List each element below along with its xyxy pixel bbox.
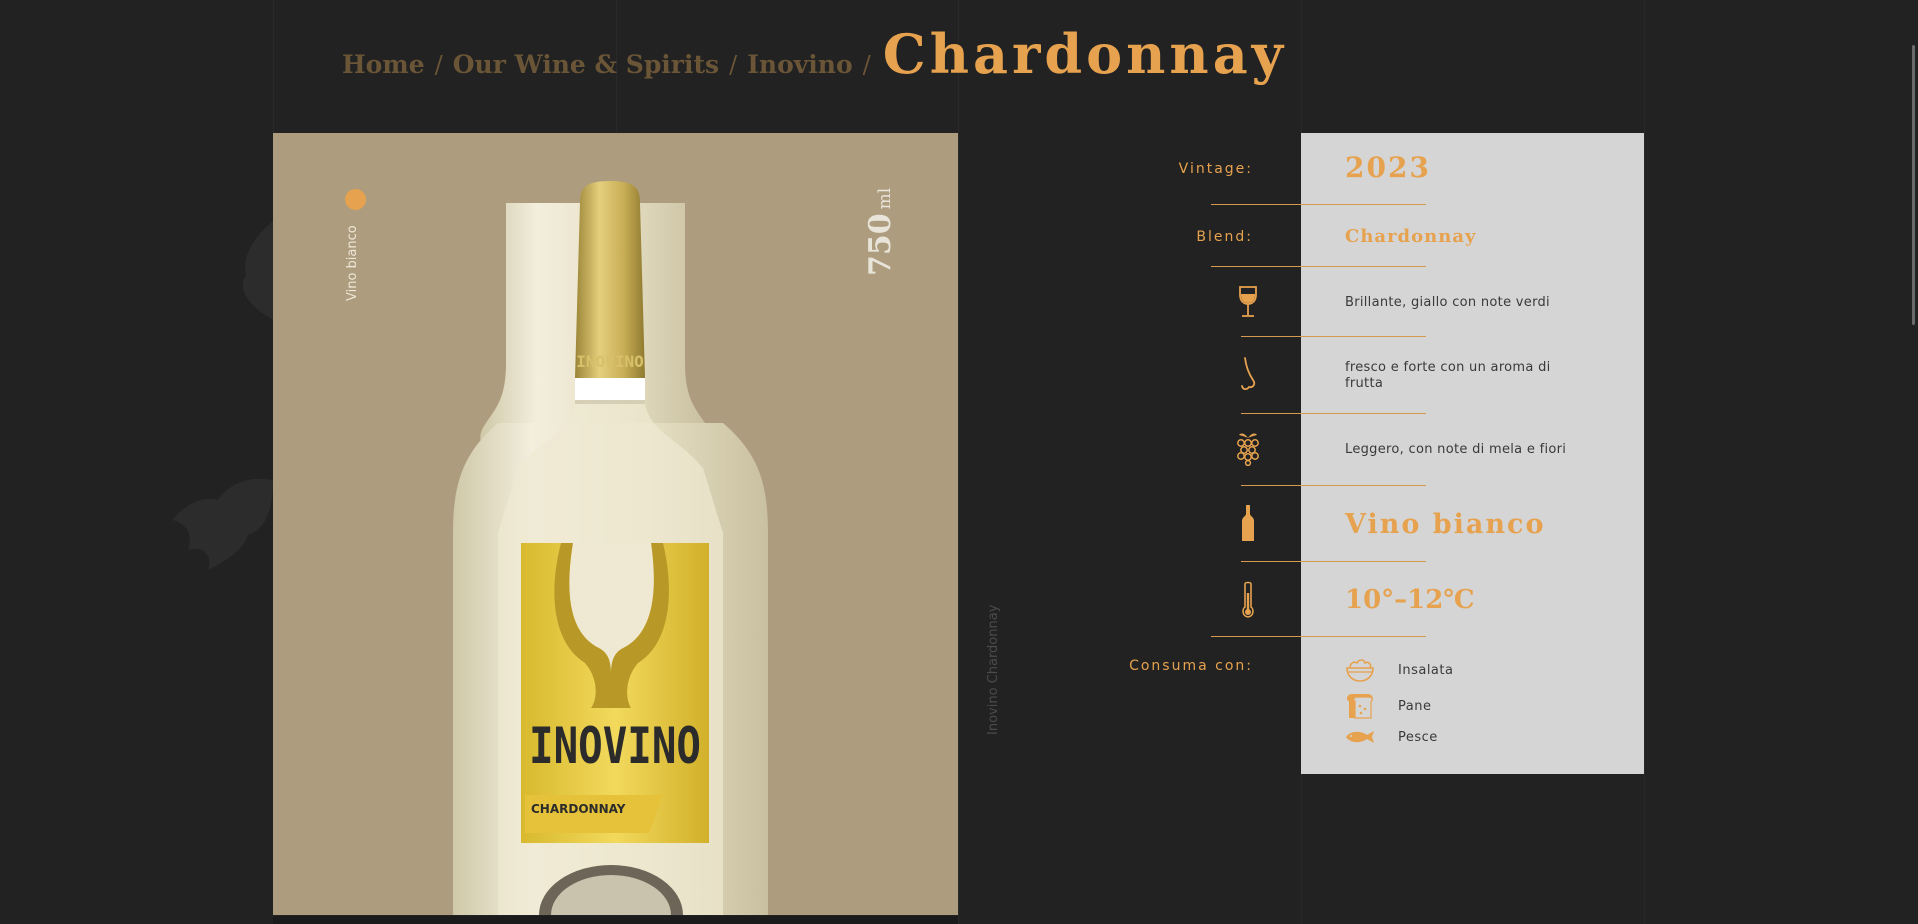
breadcrumb-separator: / <box>729 51 738 79</box>
breadcrumb: Home / Our Wine & Spirits / Inovino / Ch… <box>342 22 1287 92</box>
grape-leaf-decoration <box>242 220 274 320</box>
fish-icon <box>1344 723 1376 751</box>
divider <box>1241 413 1426 414</box>
bottle-variety-text: CHARDONNAY <box>531 802 626 816</box>
neck-brand-text: INOVINO <box>576 352 643 371</box>
pairing-item-bread: Pane <box>1344 691 1431 721</box>
bread-icon <box>1344 692 1376 720</box>
wine-type-value: Vino bianco <box>1345 509 1546 540</box>
pairing-label: Consuma con: <box>1129 658 1253 674</box>
pairing-item-salad: Insalata <box>1344 655 1453 685</box>
salad-bowl-icon <box>1344 656 1376 684</box>
blend-label: Blend: <box>1196 229 1253 245</box>
taste-text: Leggero, con note di mela e fiori <box>1345 442 1567 457</box>
aroma-text: fresco e forte con un aroma di frutta <box>1345 360 1551 391</box>
breadcrumb-separator: / <box>862 51 871 79</box>
vintage-value: 2023 <box>1345 151 1431 184</box>
panel-bottom-edge <box>273 916 958 924</box>
grape-leaf-decoration <box>173 478 273 570</box>
breadcrumb-wine-spirits-link[interactable]: Our Wine & Spirits <box>453 50 719 79</box>
grapes-icon <box>1230 430 1266 466</box>
page-scrollbar[interactable] <box>1912 45 1915 325</box>
grid-line <box>1644 0 1645 924</box>
wine-glass-icon <box>1230 284 1266 320</box>
product-side-caption: Inovino Chardonnay <box>986 604 1001 735</box>
wine-bottle-image: INOVINO INOVINO CHARDONNAY <box>453 181 768 915</box>
temperature-value: 10°–12℃ <box>1345 585 1475 615</box>
vintage-label: Vintage: <box>1178 161 1253 177</box>
divider <box>1211 204 1426 205</box>
pairing-label-bread: Pane <box>1398 698 1432 714</box>
thermometer-icon <box>1230 581 1266 618</box>
pairing-item-fish: Pesce <box>1344 722 1437 752</box>
bottle-brand-text: INOVINO <box>529 717 701 775</box>
divider <box>1241 336 1426 337</box>
breadcrumb-inovino-link[interactable]: Inovino <box>747 50 852 79</box>
breadcrumb-separator: / <box>434 51 443 79</box>
divider <box>1211 266 1426 267</box>
divider <box>1241 485 1426 486</box>
nose-icon <box>1230 357 1266 393</box>
grid-line <box>958 0 959 924</box>
product-image-panel: Vino bianco 750ml INOVINO INOVINO CHARDO… <box>273 133 958 915</box>
bottle-icon <box>1230 505 1266 541</box>
blend-value: Chardonnay <box>1345 226 1477 247</box>
page-title: Chardonnay <box>882 22 1288 86</box>
divider <box>1211 636 1426 637</box>
pairing-label-salad: Insalata <box>1398 662 1454 678</box>
divider <box>1241 561 1426 562</box>
appearance-text: Brillante, giallo con note verdi <box>1345 295 1550 310</box>
pairing-label-fish: Pesce <box>1398 729 1438 745</box>
breadcrumb-home-link[interactable]: Home <box>342 50 425 79</box>
